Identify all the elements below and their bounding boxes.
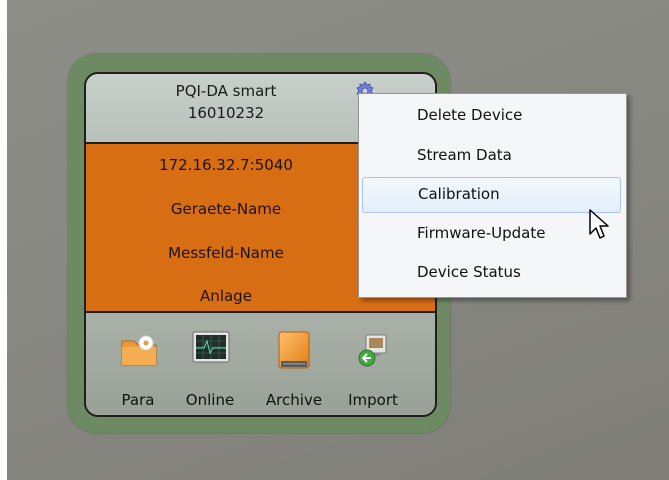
menu-item-stream-data[interactable]: Stream Data bbox=[362, 139, 621, 173]
device-name: PQI-DA smart bbox=[175, 82, 277, 100]
measuring-field-name: Messfeld-Name bbox=[168, 244, 284, 262]
menu-item-calibration[interactable]: Calibration bbox=[362, 177, 621, 213]
monitor-graph-icon bbox=[192, 331, 230, 363]
device-address: 172.16.32.7:5040 bbox=[159, 156, 293, 174]
device-name-field: Geraete-Name bbox=[170, 200, 282, 218]
menu-item-label: Device Status bbox=[417, 263, 521, 281]
context-menu: Delete Device Stream Data Calibration Fi… bbox=[358, 93, 627, 298]
para-label: Para bbox=[121, 391, 155, 409]
archive-label: Archive bbox=[265, 391, 323, 409]
settings-folder-icon bbox=[121, 335, 157, 366]
para-button[interactable]: Para bbox=[108, 313, 168, 415]
menu-item-device-status[interactable]: Device Status bbox=[362, 256, 621, 290]
menu-item-label: Stream Data bbox=[417, 146, 512, 164]
import-label: Import bbox=[348, 391, 398, 409]
menu-item-label: Delete Device bbox=[417, 106, 523, 124]
left-edge-strip bbox=[0, 0, 7, 480]
device-serial: 16010232 bbox=[187, 104, 265, 122]
menu-item-firmware-update[interactable]: Firmware-Update bbox=[362, 217, 621, 251]
menu-item-label: Calibration bbox=[418, 185, 500, 203]
menu-item-delete-device[interactable]: Delete Device bbox=[362, 99, 621, 133]
menu-item-label: Firmware-Update bbox=[417, 224, 546, 242]
import-button[interactable]: Import bbox=[338, 313, 408, 415]
archive-drive-icon bbox=[278, 331, 310, 369]
online-button[interactable]: Online bbox=[174, 313, 246, 415]
archive-button[interactable]: Archive bbox=[256, 313, 332, 415]
import-arrow-icon bbox=[358, 334, 387, 367]
device-action-bar: Para Online Archive Import bbox=[86, 313, 435, 415]
plant-name: Anlage bbox=[200, 287, 252, 305]
online-label: Online bbox=[185, 391, 235, 409]
mouse-pointer-icon bbox=[589, 209, 609, 239]
